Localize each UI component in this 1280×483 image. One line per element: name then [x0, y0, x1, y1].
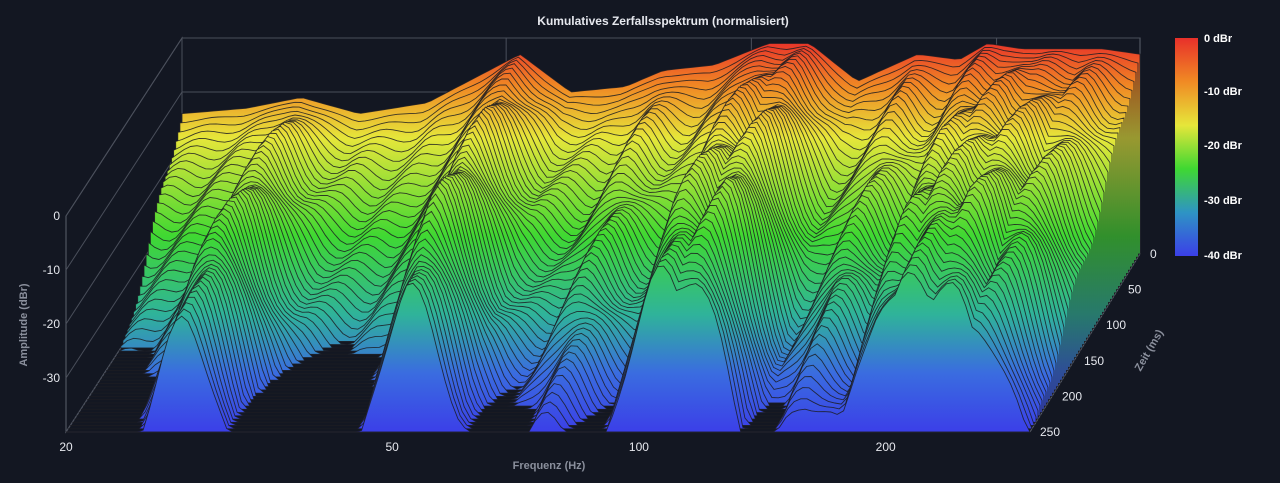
y-axis-title: Amplitude (dBr) — [18, 283, 30, 366]
waterfall-chart: Kumulatives Zerfallsspektrum (normalisie… — [18, 14, 1243, 472]
z-axis-title: Zeit (ms) — [1133, 327, 1166, 373]
z-tick-label: 50 — [1128, 283, 1142, 297]
x-tick-label: 200 — [876, 440, 896, 454]
x-tick-label: 20 — [59, 440, 73, 454]
x-tick-label: 50 — [385, 440, 399, 454]
y-tick-label: 0 — [53, 209, 60, 223]
z-tick-label: 100 — [1106, 318, 1126, 332]
colorbar-gradient — [1175, 38, 1198, 256]
z-tick-label: 150 — [1084, 354, 1104, 368]
colorbar-label-0: 0 dBr — [1204, 33, 1233, 45]
y-tick-label: -20 — [43, 317, 61, 331]
z-tick-label: 200 — [1062, 389, 1082, 403]
y-axis-ticks: 0 -10 -20 -30 — [43, 209, 61, 385]
x-axis-ticks: 20 50 100 200 — [59, 440, 896, 454]
colorbar-label-20: -20 dBr — [1204, 140, 1243, 152]
colorbar-label-40: -40 dBr — [1204, 250, 1243, 262]
y-tick-label: -30 — [43, 371, 61, 385]
y-tick-label: -10 — [43, 263, 61, 277]
z-tick-label: 0 — [1150, 247, 1157, 261]
x-tick-label: 100 — [629, 440, 649, 454]
waterfall-surface — [66, 42, 1141, 433]
chart-title: Kumulatives Zerfallsspektrum (normalisie… — [537, 14, 788, 28]
z-tick-label: 250 — [1040, 425, 1060, 439]
colorbar-label-10: -10 dBr — [1204, 86, 1243, 98]
colorbar-label-30: -30 dBr — [1204, 195, 1243, 207]
colorbar: 0 dBr -10 dBr -20 dBr -30 dBr -40 dBr — [1175, 33, 1243, 262]
x-axis-title: Frequenz (Hz) — [513, 460, 586, 472]
